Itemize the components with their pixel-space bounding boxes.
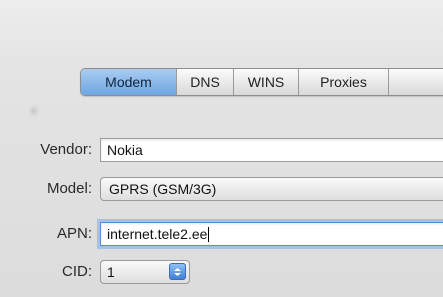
cid-value: 1 (107, 264, 115, 280)
tab-dns[interactable]: DNS (177, 69, 234, 95)
vendor-label: Vendor: (40, 141, 92, 158)
model-label: Model: (46, 180, 92, 197)
up-down-arrows-icon[interactable] (169, 263, 186, 280)
model-popup[interactable]: GPRS (GSM/3G) (100, 177, 443, 201)
tab-next-cut-off[interactable] (389, 69, 443, 95)
apn-value: internet.tele2.ee (107, 226, 208, 242)
apn-input[interactable]: internet.tele2.ee (100, 222, 443, 246)
tab-wins[interactable]: WINS (234, 69, 299, 95)
tab-modem[interactable]: Modem (81, 69, 177, 95)
blurred-sidebar-icon: ◐ (30, 100, 41, 120)
apn-label: APN: (56, 225, 92, 242)
cid-popup[interactable]: 1 (100, 260, 190, 284)
tab-proxies[interactable]: Proxies (299, 69, 389, 95)
cid-label: CID: (62, 263, 92, 280)
vendor-field[interactable]: Nokia (100, 138, 443, 162)
text-caret (208, 227, 210, 242)
tab-bar: Modem DNS WINS Proxies (80, 68, 443, 96)
